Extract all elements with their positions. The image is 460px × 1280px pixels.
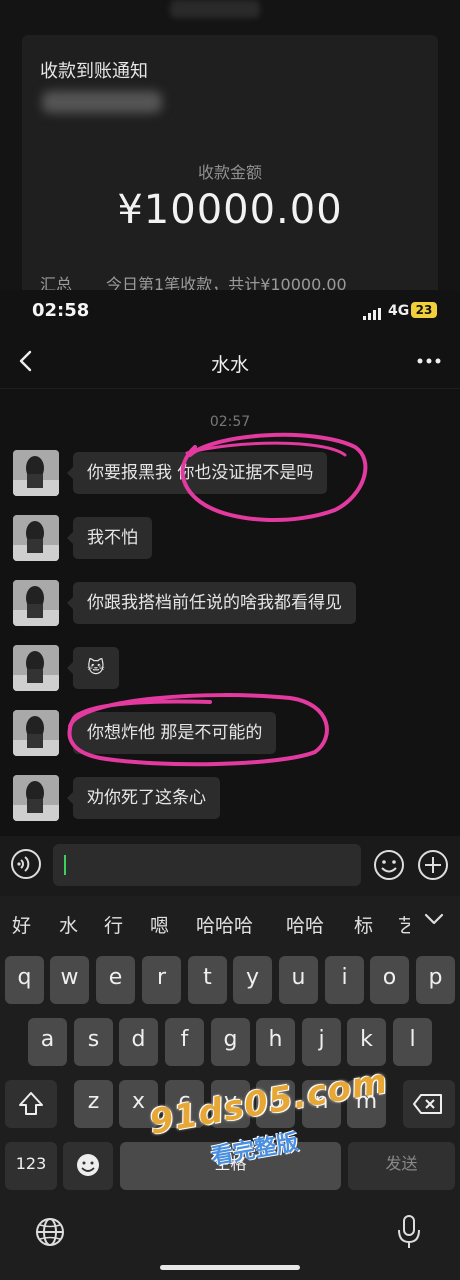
key-q[interactable]: q — [5, 956, 44, 1004]
battery-indicator: 23 — [411, 302, 437, 318]
key-y[interactable]: y — [233, 956, 272, 1004]
message-bubble[interactable]: 你想炸他 那是不可能的 — [66, 712, 277, 754]
numbers-key[interactable]: 123 — [5, 1142, 57, 1190]
microphone-icon[interactable] — [396, 1214, 422, 1250]
contact-avatar[interactable] — [13, 710, 59, 756]
message-bubble[interactable]: 劝你死了这条心 — [67, 777, 220, 819]
payment-notification-card[interactable]: 收款到账通知 收款金额 ¥10000.00 汇总 今日第1笔收款，共计¥10000… — [22, 35, 438, 290]
shift-icon — [19, 1092, 43, 1115]
message-row: 你跟我搭档前任说的啥我都看得见 — [13, 580, 453, 630]
key-a[interactable]: a — [28, 1018, 67, 1066]
key-s[interactable]: s — [74, 1018, 113, 1066]
key-k[interactable]: k — [347, 1018, 386, 1066]
send-key[interactable]: 发送 — [348, 1142, 455, 1190]
key-i[interactable]: i — [325, 956, 364, 1004]
shift-key[interactable] — [5, 1080, 57, 1128]
key-h[interactable]: h — [256, 1018, 295, 1066]
status-time: 02:58 — [32, 300, 90, 321]
message-bubble[interactable]: 你要报黑我 你也没证据不是吗 — [66, 452, 328, 494]
message-timestamp: 02:57 — [209, 414, 251, 430]
message-row: 劝你死了这条心 — [13, 775, 453, 825]
collapse-keyboard-icon[interactable] — [420, 908, 448, 930]
backspace-icon — [413, 1094, 442, 1114]
payment-notification-area: 收款到账通知 收款金额 ¥10000.00 汇总 今日第1笔收款，共计¥10000… — [0, 0, 460, 290]
signal-icon — [363, 308, 381, 320]
globe-icon[interactable] — [34, 1216, 66, 1248]
candidate-word[interactable]: 嗯 — [150, 911, 169, 938]
key-w[interactable]: w — [50, 956, 89, 1004]
emoji-key[interactable] — [63, 1142, 113, 1190]
key-p[interactable]: p — [416, 956, 455, 1004]
status-bar: 02:58 4G 23 — [0, 290, 460, 334]
candidate-word[interactable]: 艺 — [398, 911, 410, 938]
message-text-input[interactable] — [53, 844, 361, 886]
candidate-word[interactable]: 水 — [59, 911, 78, 938]
candidate-word[interactable]: 行 — [104, 911, 123, 938]
contact-avatar[interactable] — [13, 450, 59, 496]
notification-title: 收款到账通知 — [40, 61, 148, 82]
contact-avatar[interactable] — [13, 515, 59, 561]
amount-value: ¥10000.00 — [117, 187, 343, 233]
blurred-payer-name — [42, 91, 162, 113]
key-t[interactable]: t — [188, 956, 227, 1004]
chat-title: 水水 — [210, 354, 249, 376]
candidate-word[interactable]: 好 — [12, 911, 31, 938]
candidate-bar: 好 水 行 嗯 哈哈哈 哈哈 标 艺 — [0, 896, 460, 948]
message-row: 🐱 — [13, 645, 453, 695]
message-input-bar — [0, 836, 460, 896]
key-u[interactable]: u — [279, 956, 318, 1004]
key-l[interactable]: l — [393, 1018, 432, 1066]
message-bubble[interactable]: 我不怕 — [67, 517, 152, 559]
candidate-word[interactable]: 标 — [354, 911, 373, 938]
contact-avatar[interactable] — [13, 580, 59, 626]
contact-avatar[interactable] — [13, 775, 59, 821]
emoji-icon — [77, 1154, 99, 1176]
more-options-icon[interactable] — [416, 351, 442, 371]
voice-input-icon[interactable] — [10, 848, 42, 880]
summary-label: 汇总 — [40, 275, 73, 290]
key-r[interactable]: r — [142, 956, 181, 1004]
candidate-word[interactable]: 哈哈哈 — [196, 911, 253, 938]
message-row: 你想炸他 那是不可能的 — [13, 710, 453, 760]
key-z[interactable]: z — [74, 1080, 113, 1128]
key-e[interactable]: e — [96, 956, 135, 1004]
blurred-header — [170, 0, 260, 18]
amount-label: 收款金额 — [197, 163, 262, 182]
message-row: 我不怕 — [13, 515, 453, 565]
key-j[interactable]: j — [302, 1018, 341, 1066]
backspace-key[interactable] — [403, 1080, 455, 1128]
candidate-word[interactable]: 哈哈 — [286, 911, 324, 938]
key-o[interactable]: o — [370, 956, 409, 1004]
contact-avatar[interactable] — [13, 645, 59, 691]
chat-header: 水水 — [0, 334, 460, 389]
home-indicator[interactable] — [160, 1265, 300, 1270]
key-g[interactable]: g — [211, 1018, 250, 1066]
key-d[interactable]: d — [119, 1018, 158, 1066]
add-attachment-icon[interactable] — [416, 848, 450, 882]
message-bubble[interactable]: 你跟我搭档前任说的啥我都看得见 — [67, 582, 356, 624]
message-row: 你要报黑我 你也没证据不是吗 — [13, 450, 453, 500]
summary-row: 汇总 今日第1笔收款，共计¥10000.00 — [40, 271, 347, 290]
emoji-message-bubble[interactable]: 🐱 — [67, 647, 119, 689]
network-type: 4G — [388, 303, 410, 319]
emoji-icon[interactable] — [372, 848, 406, 882]
key-f[interactable]: f — [165, 1018, 204, 1066]
summary-text: 今日第1笔收款，共计¥10000.00 — [106, 275, 347, 290]
text-caret — [64, 855, 66, 875]
